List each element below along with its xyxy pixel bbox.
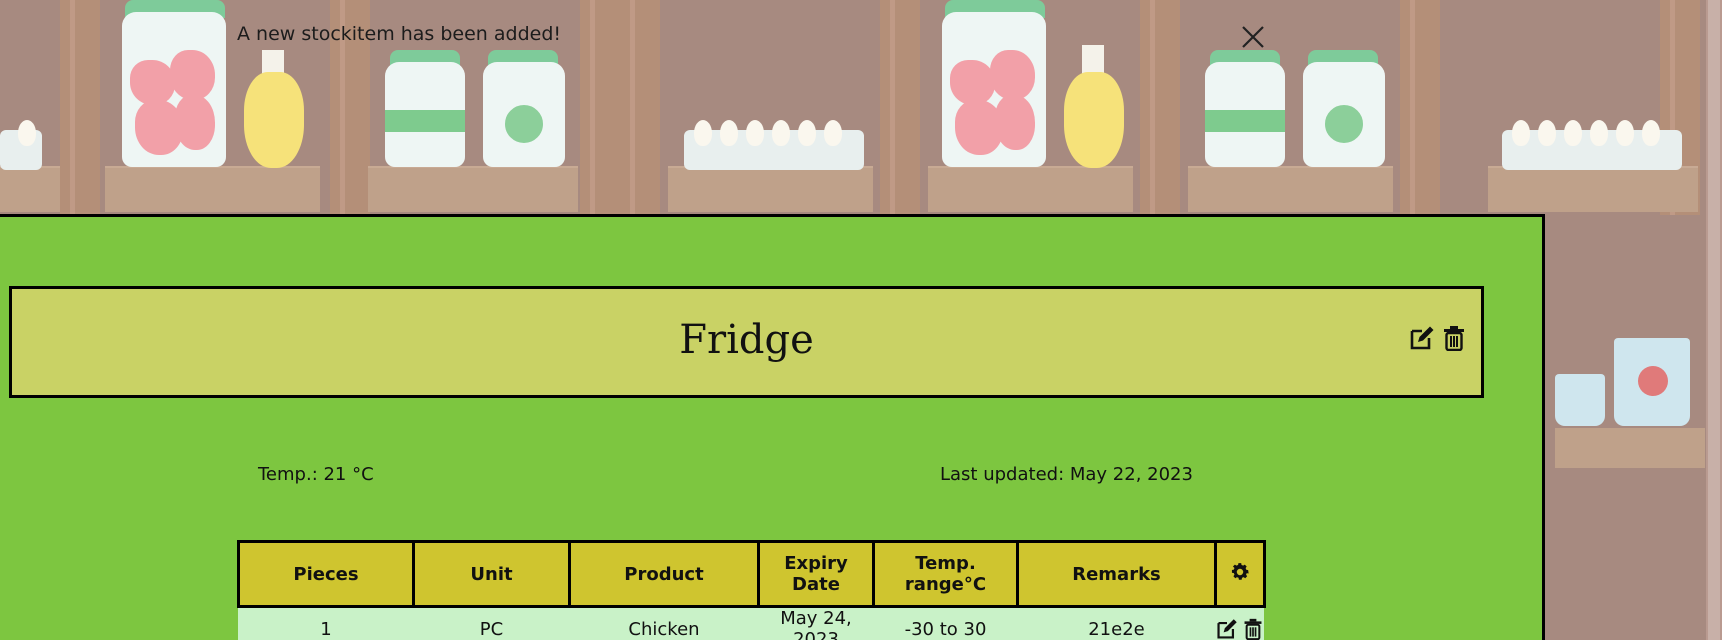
column-header-unit[interactable]: Unit (412, 540, 571, 608)
cell-unit: PC (413, 606, 570, 640)
egg (798, 120, 816, 146)
shelf-post (1140, 0, 1180, 215)
column-header-remarks[interactable]: Remarks (1016, 540, 1217, 608)
cell-remarks: 21e2e (1017, 606, 1216, 640)
toast-message: A new stockitem has been added! (237, 23, 562, 45)
cell-pieces: 1 (238, 606, 414, 640)
storage-actions (1409, 325, 1467, 352)
storage-panel: Fridge Temp.: 21 °C Last updated: May 22… (0, 214, 1545, 640)
column-header-product[interactable]: Product (568, 540, 760, 608)
edit-item-button[interactable] (1216, 618, 1238, 640)
column-header-pieces[interactable]: Pieces (237, 540, 415, 608)
egg (1590, 120, 1608, 146)
egg (18, 120, 36, 146)
shelf-post (620, 0, 660, 215)
jar-label (1205, 110, 1285, 132)
egg (720, 120, 738, 146)
cell-temp-range: -30 to 30 (873, 606, 1018, 640)
delete-item-button[interactable] (1242, 618, 1264, 640)
shelf (1188, 166, 1393, 212)
cell-row-actions (1215, 606, 1264, 640)
egg (746, 120, 764, 146)
oil-bottle (1064, 72, 1124, 168)
trash-icon (1244, 618, 1262, 640)
egg (1512, 120, 1530, 146)
gear-icon (1231, 562, 1249, 580)
table-row: 1 PC Chicken May 24, 2023 -30 to 30 21e2… (238, 606, 1264, 640)
yogurt-cup (1555, 374, 1605, 426)
tomato (995, 95, 1035, 150)
shelf-post (880, 0, 920, 215)
scrollbar-thumb[interactable] (1708, 0, 1720, 640)
shelf (368, 166, 578, 212)
column-header-settings[interactable] (1214, 540, 1266, 608)
shelf (928, 166, 1133, 212)
tomato (130, 60, 175, 105)
shelf (1488, 166, 1698, 212)
tomato (170, 50, 215, 100)
egg (694, 120, 712, 146)
shelf-post (60, 0, 100, 215)
shelf (668, 166, 873, 212)
column-header-temp-range[interactable]: Temp. range°C (872, 540, 1019, 608)
storage-title: Fridge (679, 317, 814, 363)
cucumber-slice (496, 96, 552, 152)
egg (1538, 120, 1556, 146)
shelf-post (580, 0, 620, 215)
edit-storage-button[interactable] (1409, 325, 1435, 351)
row-actions (1216, 618, 1264, 640)
egg (1616, 120, 1634, 146)
storage-header: Fridge (9, 286, 1484, 398)
shelf (0, 166, 60, 212)
tomato (175, 95, 215, 150)
delete-storage-button[interactable] (1441, 325, 1467, 352)
jar-label (385, 110, 465, 132)
trash-icon (1444, 326, 1464, 352)
shelf (105, 166, 320, 212)
storage-temperature: Temp.: 21 °C (258, 464, 374, 485)
storage-last-updated: Last updated: May 22, 2023 (940, 464, 1193, 485)
cell-product: Chicken (569, 606, 759, 640)
egg (1564, 120, 1582, 146)
edit-icon (1410, 326, 1434, 350)
column-header-expiry-date[interactable]: Expiry Date (757, 540, 875, 608)
egg (772, 120, 790, 146)
table-header-row: Pieces Unit Product Expiry Date Temp. ra… (237, 540, 1266, 608)
shelf (1555, 428, 1705, 468)
toast-close-button[interactable] (1238, 22, 1268, 52)
oil-bottle (244, 72, 304, 168)
shelf-post (1400, 0, 1440, 215)
close-icon (1242, 26, 1264, 48)
cell-expiry-date: May 24, 2023 (758, 606, 874, 640)
egg (1642, 120, 1660, 146)
stock-table: Pieces Unit Product Expiry Date Temp. ra… (237, 540, 1266, 640)
tomato (950, 60, 995, 105)
yogurt-label (1638, 366, 1668, 396)
edit-icon (1217, 619, 1237, 639)
egg (824, 120, 842, 146)
cucumber-slice (1316, 96, 1372, 152)
tomato (990, 50, 1035, 100)
